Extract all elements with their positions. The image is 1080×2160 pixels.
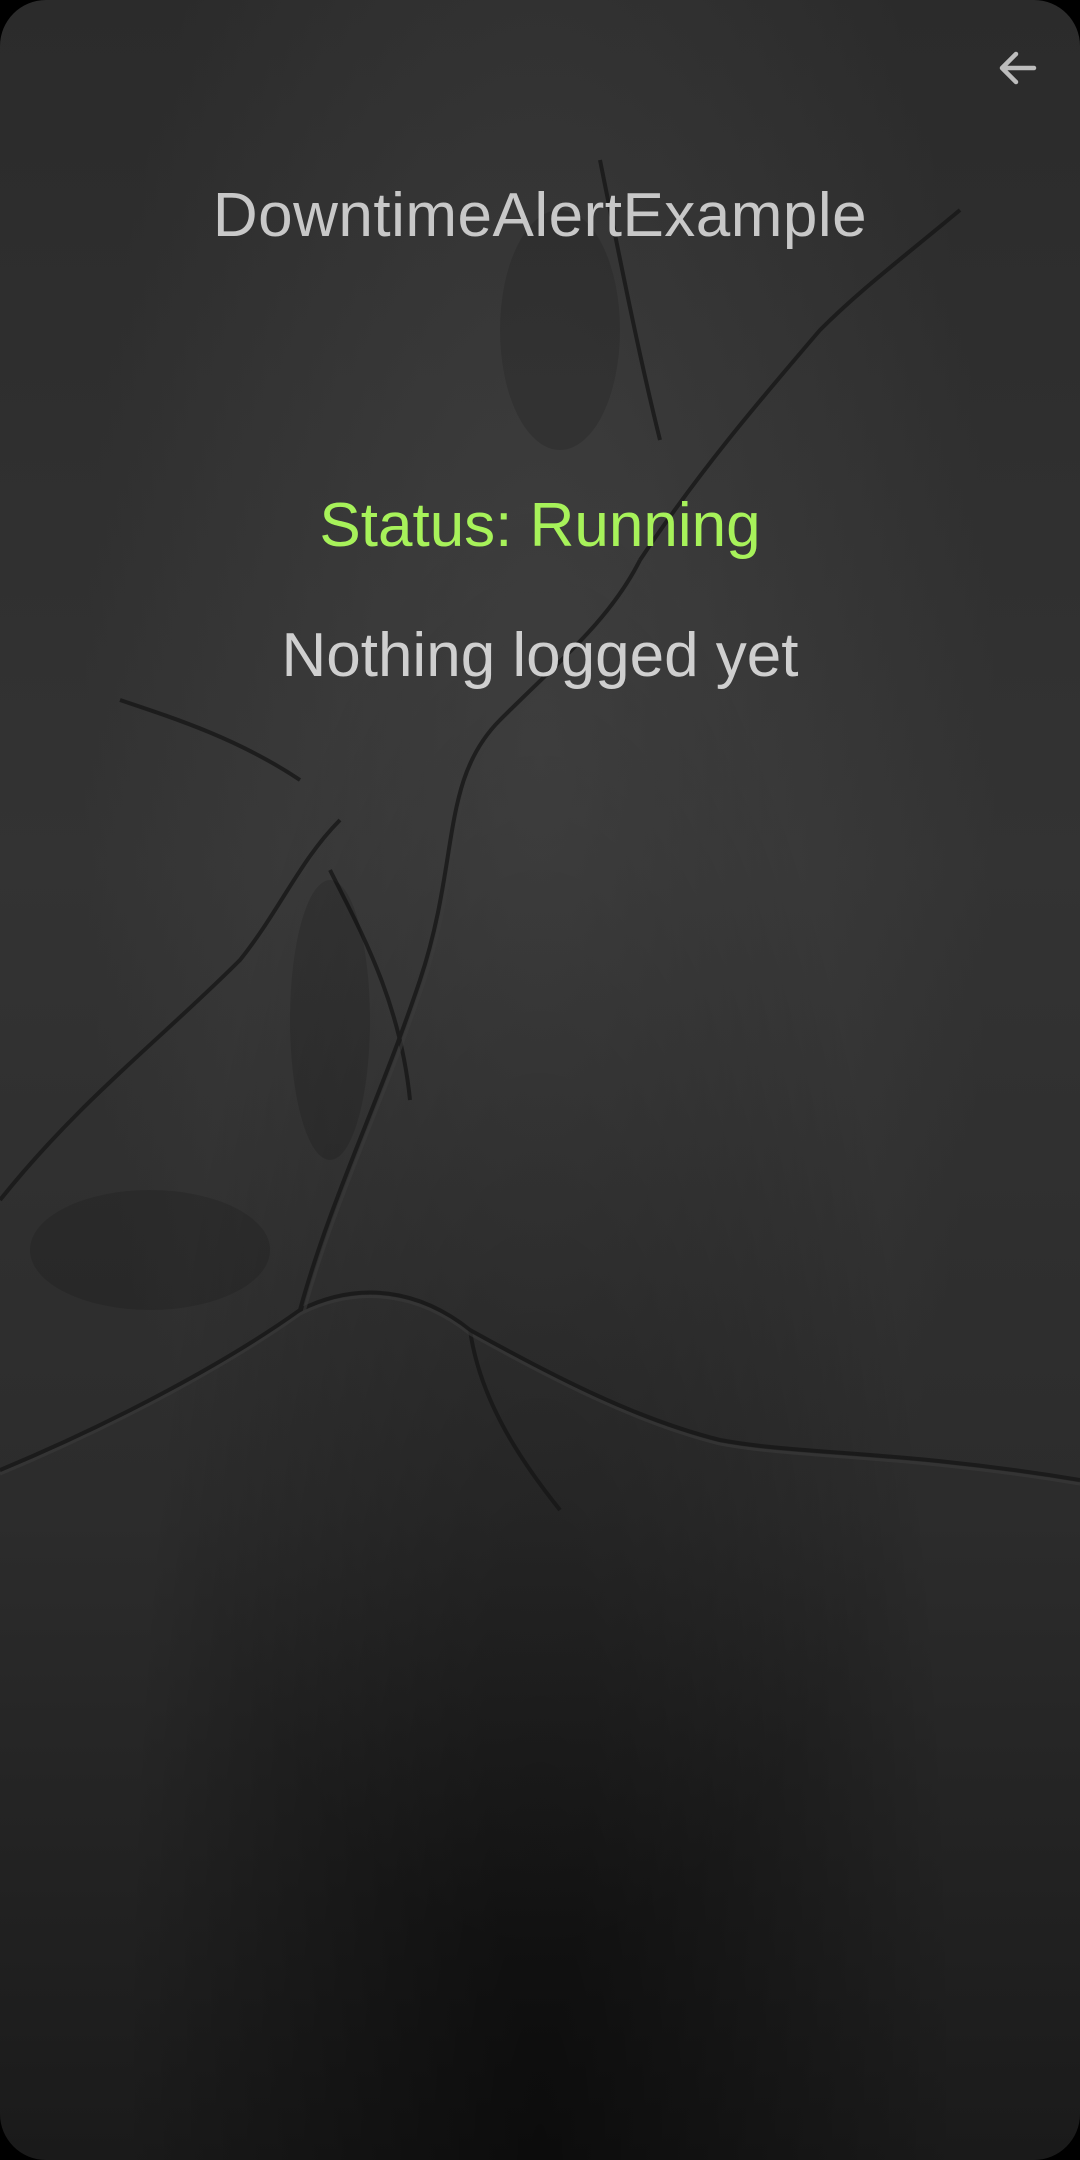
app-screen: DowntimeAlertExample Status: Running Not… xyxy=(0,0,1080,2160)
back-button[interactable] xyxy=(990,40,1046,96)
page-title: DowntimeAlertExample xyxy=(212,181,868,250)
log-message: Nothing logged yet xyxy=(281,621,799,690)
stone-background xyxy=(0,159,1080,1512)
status-text: Status: Running xyxy=(319,491,761,560)
arrow-left-icon xyxy=(999,51,1037,85)
